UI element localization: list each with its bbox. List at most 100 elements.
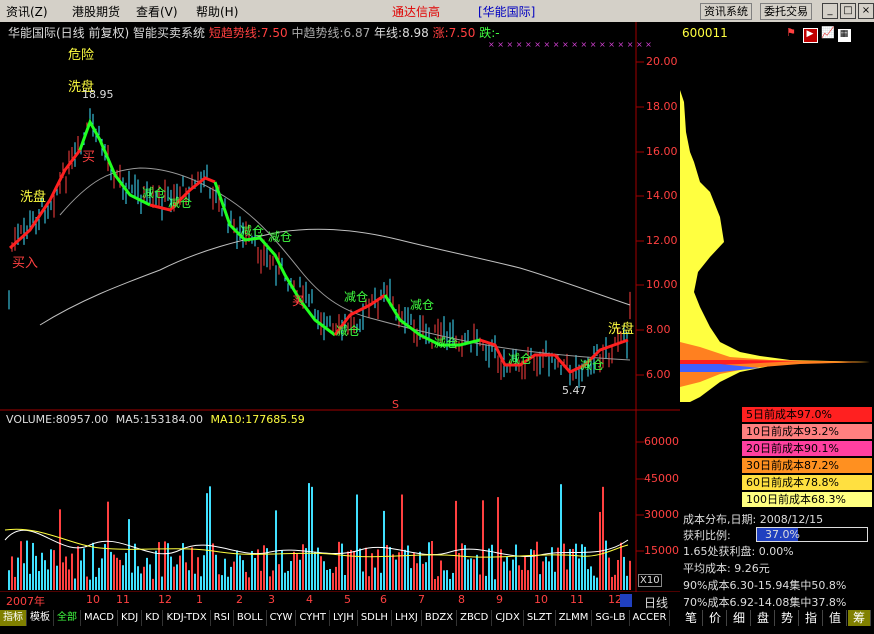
volume-bar xyxy=(107,501,109,590)
volume-bar xyxy=(245,571,247,590)
indicator-tab[interactable]: LYJH xyxy=(330,610,358,626)
minimize-icon[interactable]: _ xyxy=(822,3,838,19)
volume-bar xyxy=(170,556,172,590)
panel-tab[interactable]: 指 xyxy=(800,610,823,626)
x10-label: X10 xyxy=(638,574,662,587)
volume-bar xyxy=(467,559,469,590)
info-system-button[interactable]: 资讯系统 xyxy=(700,3,752,20)
kline-chart[interactable]: × × × × × × × × × × × × × × × × × × xyxy=(0,22,680,592)
period-label[interactable]: 日线 xyxy=(644,594,668,611)
indicator-tab[interactable]: SDLH xyxy=(358,610,392,626)
volume-bar xyxy=(128,519,130,590)
menu-help[interactable]: 帮助(H) xyxy=(196,3,238,20)
volume-bar xyxy=(68,569,70,590)
price-tick: 6.00 xyxy=(646,368,671,381)
volume-bar xyxy=(8,570,10,590)
indicator-tab[interactable]: ZLMM xyxy=(556,610,593,626)
panel-tab[interactable]: 值 xyxy=(824,610,847,626)
volume-bar xyxy=(290,561,292,590)
close-icon[interactable]: × xyxy=(858,3,874,19)
volume-bar xyxy=(209,486,211,590)
indicator-tab[interactable]: 模板 xyxy=(27,610,54,626)
annotation-buy3: 买 xyxy=(292,294,305,308)
volume-bar xyxy=(626,575,628,590)
indicator-tab[interactable]: SG-LB xyxy=(592,610,630,626)
indicator-tab[interactable]: SLZT xyxy=(524,610,556,626)
volume-bar xyxy=(35,555,37,590)
annotation-reduce: 减仓 xyxy=(344,290,369,304)
indicator-tab[interactable]: KDJ xyxy=(118,610,143,626)
volume-bar xyxy=(311,486,313,590)
volume-bar xyxy=(440,560,442,590)
panel-tab[interactable]: 价 xyxy=(704,610,727,626)
volume-bar xyxy=(593,575,595,590)
volume-tick: 60000 xyxy=(644,435,679,448)
volume-bar xyxy=(347,551,349,590)
volume-bar xyxy=(29,573,31,590)
flag-icon[interactable]: ⚑ xyxy=(786,26,799,39)
grid-icon[interactable]: ▦ xyxy=(837,29,851,42)
volume-bar xyxy=(56,565,58,590)
indicator-tab[interactable]: CYHT xyxy=(296,610,330,626)
panel-tab[interactable]: 势 xyxy=(776,610,799,626)
indicator-tab[interactable]: BDZX xyxy=(422,610,458,626)
volume-bar xyxy=(161,576,163,590)
volume-bar xyxy=(224,558,226,590)
cost-row: 5日前成本97.0% xyxy=(742,407,872,422)
volume-bar xyxy=(398,552,400,590)
panel-tab[interactable]: 笔 xyxy=(680,610,703,626)
cost-row: 20日前成本90.1% xyxy=(742,441,872,456)
chart-icon[interactable]: 📈 xyxy=(821,26,835,39)
indicator-tab[interactable]: KD xyxy=(142,610,164,626)
volume-bar xyxy=(620,542,622,590)
indicator-tab[interactable]: 全部 xyxy=(54,610,81,626)
time-tick: 10 xyxy=(534,593,548,606)
volume-bar xyxy=(509,570,511,590)
indicator-tab[interactable]: ZBCD xyxy=(457,610,493,626)
menu-hk-futures[interactable]: 港股期货 xyxy=(72,3,120,20)
scroll-button[interactable] xyxy=(620,594,632,607)
mid-trend: 中趋势线:6.87 xyxy=(291,26,371,40)
price-tick: 18.00 xyxy=(646,100,678,113)
volume-bar xyxy=(518,565,520,590)
profit-bar: 37.0% xyxy=(756,527,868,542)
time-tick: 3 xyxy=(268,593,275,606)
indicator-tab[interactable]: ACCER xyxy=(630,610,671,626)
volume-bar xyxy=(275,510,277,590)
indicator-tab[interactable]: MACD xyxy=(81,610,118,626)
cost-row: 30日前成本87.2% xyxy=(742,458,872,473)
volume-bar xyxy=(242,560,244,590)
indicator-tab[interactable]: 指标 xyxy=(0,610,27,626)
volume-bar xyxy=(140,573,142,590)
volume-value: VOLUME:80957.00 xyxy=(6,413,109,426)
indicator-tab[interactable]: KDJ-TDX xyxy=(163,610,211,626)
indicator-tab[interactable]: CYW xyxy=(267,610,297,626)
volume-bar xyxy=(293,551,295,590)
volume-bar xyxy=(38,571,40,590)
indicator-tab[interactable]: BOLL xyxy=(234,610,267,626)
volume-bar xyxy=(584,546,586,590)
indicator-tab[interactable]: LHXJ xyxy=(392,610,422,626)
volume-bar xyxy=(419,551,421,590)
maximize-icon[interactable]: □ xyxy=(840,3,856,19)
indicator-tab[interactable]: RSI xyxy=(211,610,234,626)
menu-view[interactable]: 查看(V) xyxy=(136,3,178,20)
menu-info[interactable]: 资讯(Z) xyxy=(6,3,48,20)
volume-bar xyxy=(332,572,334,590)
volume-bar xyxy=(98,567,100,590)
volume-bar xyxy=(560,484,562,590)
panel-tab[interactable]: 筹 xyxy=(848,610,871,626)
volume-bar xyxy=(338,541,340,590)
play-icon[interactable]: ▶ xyxy=(802,28,818,43)
cost-row: 100日前成本68.3% xyxy=(742,492,872,507)
trade-button[interactable]: 委托交易 xyxy=(760,3,812,20)
panel-tab[interactable]: 盘 xyxy=(752,610,775,626)
cost-row: 10日前成本93.2% xyxy=(742,424,872,439)
volume-bar xyxy=(416,563,418,590)
indicator-tab[interactable]: CJDX xyxy=(492,610,524,626)
volume-bar xyxy=(59,509,61,590)
panel-tab[interactable]: 细 xyxy=(728,610,751,626)
volume-bar xyxy=(281,550,283,590)
volume-bar xyxy=(503,561,505,590)
year-line: 年线:8.98 xyxy=(374,26,429,40)
